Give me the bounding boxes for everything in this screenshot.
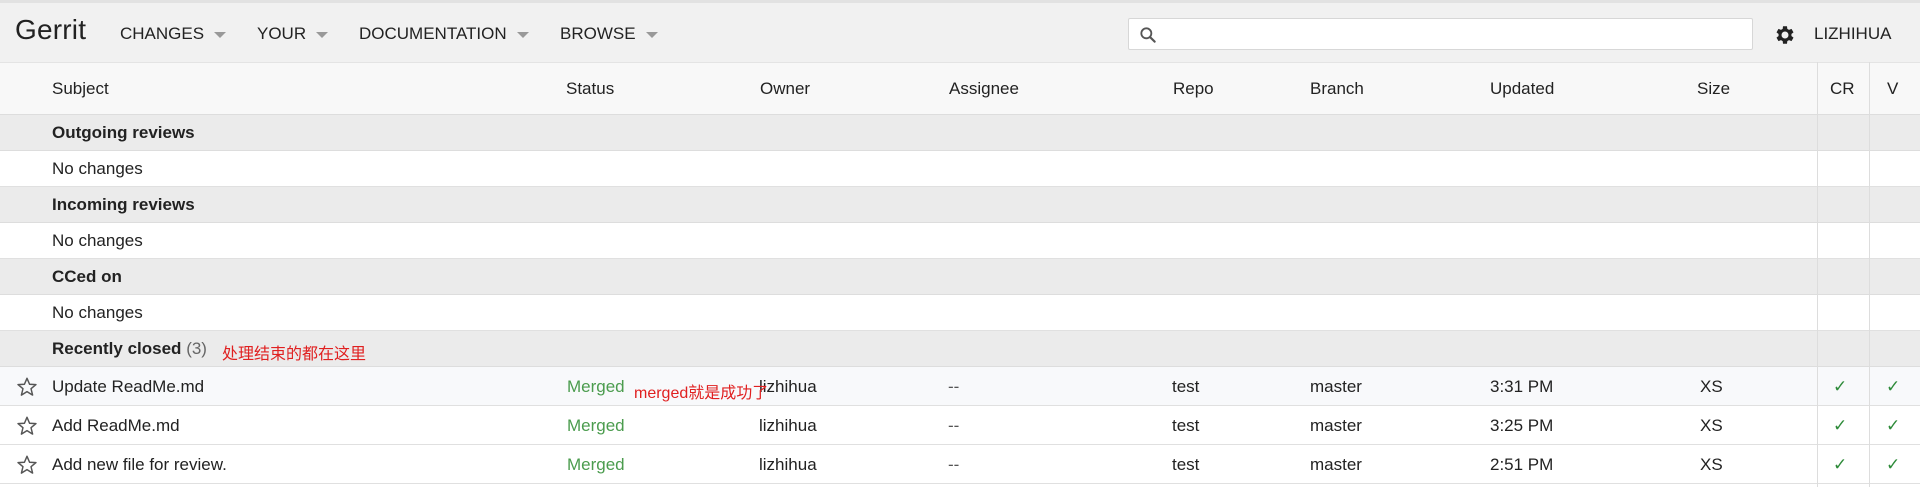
v-check-icon: ✓	[1886, 377, 1901, 396]
repo-link[interactable]: test	[1172, 455, 1199, 475]
column-divider	[1817, 62, 1818, 487]
brand-logo[interactable]: Gerrit	[15, 14, 86, 46]
nav-browse[interactable]: BROWSE	[560, 24, 658, 44]
change-subject-link[interactable]: Update ReadMe.md	[52, 377, 204, 397]
empty-text: No changes	[52, 303, 143, 322]
v-check-icon: ✓	[1886, 416, 1901, 435]
account-menu[interactable]: LIZHIHUA	[1814, 24, 1891, 44]
section-title: Recently closed (3)	[52, 339, 207, 359]
cr-check-icon: ✓	[1833, 377, 1848, 396]
status-badge: Merged	[567, 377, 625, 396]
column-repo: Repo	[1173, 79, 1214, 98]
column-branch: Branch	[1310, 79, 1364, 98]
column-divider	[1869, 62, 1870, 487]
changes-table: Subject Status Owner Assignee Repo Branc…	[0, 62, 1920, 487]
table-row[interactable]: Add new file for review. Merged lizhihua…	[0, 445, 1920, 484]
table-row[interactable]: Add ReadMe.md Merged lizhihua -- test ma…	[0, 406, 1920, 445]
change-subject-link[interactable]: Add new file for review.	[52, 455, 227, 475]
section-title: CCed on	[52, 267, 122, 286]
column-subject: Subject	[52, 79, 109, 98]
branch-link[interactable]: master	[1310, 416, 1362, 436]
empty-row: No changes	[0, 295, 1920, 331]
status-badge: Merged	[567, 416, 625, 435]
repo-link[interactable]: test	[1172, 377, 1199, 397]
section-outgoing: Outgoing reviews	[0, 115, 1920, 151]
updated-time: 3:25 PM	[1490, 416, 1554, 435]
column-cr: CR	[1830, 79, 1855, 98]
repo-link[interactable]: test	[1172, 416, 1199, 436]
search-icon	[1140, 27, 1156, 43]
change-subject-link[interactable]: Add ReadMe.md	[52, 416, 180, 436]
owner-link[interactable]: lizhihua	[759, 416, 817, 436]
section-cced: CCed on	[0, 259, 1920, 295]
status-badge: Merged	[567, 455, 625, 474]
owner-link[interactable]: lizhihua	[759, 455, 817, 475]
empty-row: No changes	[0, 151, 1920, 187]
section-recently-closed: Recently closed (3) 处理结束的都在这里	[0, 331, 1920, 367]
v-check-icon: ✓	[1886, 455, 1901, 474]
chevron-down-icon	[645, 32, 658, 38]
column-status: Status	[566, 79, 615, 98]
search-input[interactable]	[1128, 18, 1753, 50]
nav-your-label: YOUR	[257, 24, 307, 43]
annotation-note: 处理结束的都在这里	[222, 346, 367, 363]
column-size: Size	[1697, 79, 1731, 98]
assignee-value: --	[948, 455, 960, 474]
assignee-value: --	[948, 416, 960, 435]
column-assignee: Assignee	[949, 79, 1019, 98]
table-row[interactable]: Update ReadMe.md Merged lizhihua -- test…	[0, 367, 1920, 406]
cr-check-icon: ✓	[1833, 455, 1848, 474]
section-count: (3)	[186, 339, 207, 358]
chevron-down-icon	[214, 32, 227, 38]
top-header: Gerrit CHANGES YOUR DOCUMENTATION BROWSE…	[0, 0, 1920, 62]
annotation-note: merged就是成功了	[634, 385, 769, 402]
star-icon[interactable]	[16, 454, 38, 476]
nav-changes-label: CHANGES	[120, 24, 205, 43]
section-title-text: Recently closed	[52, 339, 182, 358]
nav-browse-label: BROWSE	[560, 24, 636, 43]
column-v: V	[1887, 79, 1899, 98]
updated-time: 3:31 PM	[1490, 377, 1554, 396]
size-value: XS	[1700, 416, 1723, 435]
size-value: XS	[1700, 455, 1723, 474]
section-title: Incoming reviews	[52, 195, 195, 214]
empty-row: No changes	[0, 223, 1920, 259]
chevron-down-icon	[516, 32, 529, 38]
star-icon[interactable]	[16, 376, 38, 398]
updated-time: 2:51 PM	[1490, 455, 1554, 474]
section-title: Outgoing reviews	[52, 123, 195, 142]
empty-text: No changes	[52, 231, 143, 250]
branch-link[interactable]: master	[1310, 455, 1362, 475]
cr-check-icon: ✓	[1833, 416, 1848, 435]
branch-link[interactable]: master	[1310, 377, 1362, 397]
gear-icon[interactable]	[1773, 23, 1797, 47]
empty-text: No changes	[52, 159, 143, 178]
nav-changes[interactable]: CHANGES	[120, 24, 227, 44]
chevron-down-icon	[316, 32, 329, 38]
nav-documentation[interactable]: DOCUMENTATION	[359, 24, 529, 44]
table-header: Subject Status Owner Assignee Repo Branc…	[0, 62, 1920, 115]
column-updated: Updated	[1490, 79, 1555, 98]
nav-documentation-label: DOCUMENTATION	[359, 24, 507, 43]
column-owner: Owner	[760, 79, 811, 98]
size-value: XS	[1700, 377, 1723, 396]
assignee-value: --	[948, 377, 960, 396]
nav-your[interactable]: YOUR	[257, 24, 329, 44]
star-icon[interactable]	[16, 415, 38, 437]
section-incoming: Incoming reviews	[0, 187, 1920, 223]
